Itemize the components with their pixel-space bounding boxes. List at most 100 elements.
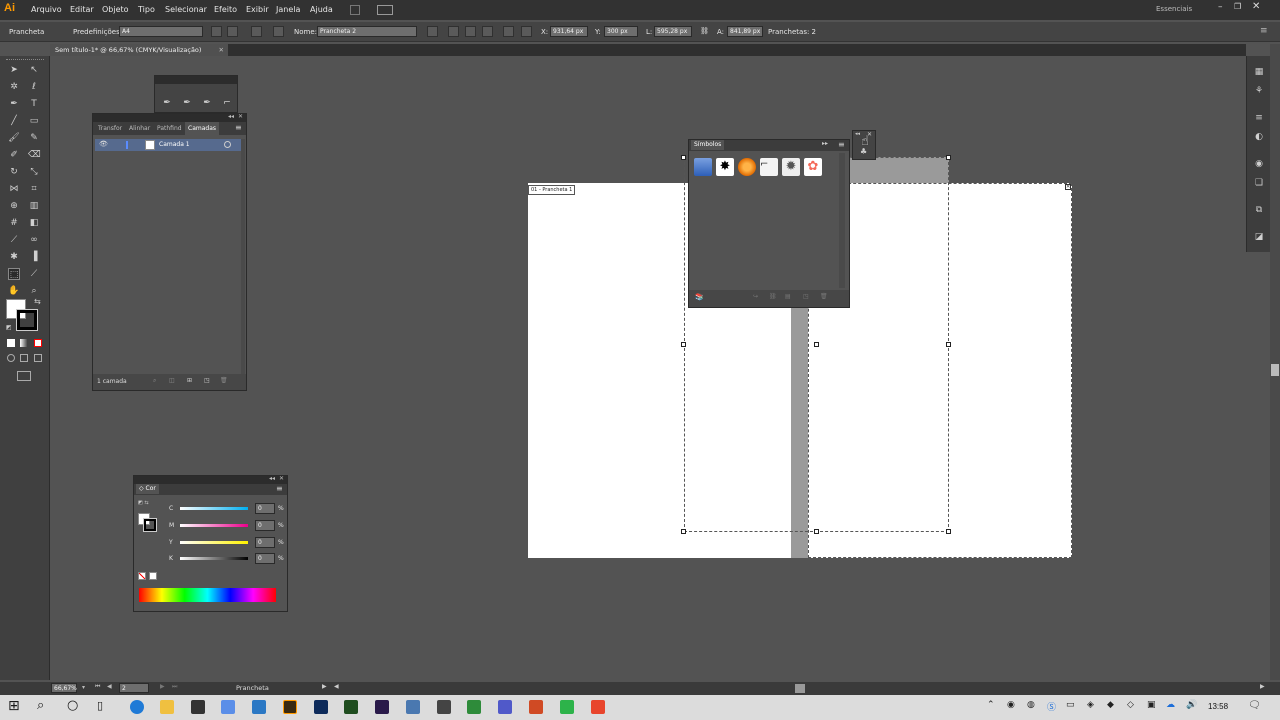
onedrive-icon[interactable]: ☁ xyxy=(1166,700,1175,710)
resize-handle-tl[interactable] xyxy=(681,155,686,160)
color-spectrum-ramp[interactable] xyxy=(139,588,276,602)
symbol-splat[interactable]: ✸ xyxy=(716,158,734,176)
layer-row[interactable]: 👁 Camada 1 xyxy=(95,139,245,151)
resize-handle-bl[interactable] xyxy=(681,529,686,534)
color-panel-icon[interactable]: ▦ xyxy=(1253,66,1265,78)
artboard-close-icon[interactable]: ✕ xyxy=(1065,184,1071,190)
layer-target-icon[interactable] xyxy=(224,141,231,148)
clock[interactable]: 13:58 xyxy=(1208,702,1228,711)
line-tool-icon[interactable]: ╱ xyxy=(8,115,20,127)
tools-grip[interactable] xyxy=(6,59,44,62)
artboard-options-icon[interactable] xyxy=(427,26,438,37)
first-artboard-icon[interactable]: ⏮ xyxy=(95,683,100,691)
tray-icon-2[interactable]: ◍ xyxy=(1027,700,1035,710)
search-icon[interactable]: ⌕ xyxy=(37,698,44,713)
width-input[interactable]: 595,28 px xyxy=(654,26,692,37)
appearance-panel-icon[interactable]: ◉ xyxy=(1253,158,1265,170)
magic-wand-tool-icon[interactable]: ✲ xyxy=(8,81,20,93)
delete-symbol-icon[interactable]: 🗑 xyxy=(820,293,828,300)
presets-select[interactable]: A4 xyxy=(119,26,203,37)
column-graph-tool-icon[interactable]: ▐ xyxy=(28,251,40,263)
shape-builder-tool-icon[interactable]: ⊕ xyxy=(8,200,20,212)
flyout-header[interactable] xyxy=(155,76,237,84)
panel-close-icon[interactable]: ✕ xyxy=(238,113,243,120)
link-icon[interactable]: ⛓ xyxy=(700,27,709,35)
symbols-menu-icon[interactable]: ≡ xyxy=(838,140,845,149)
y-input[interactable]: 300 px xyxy=(604,26,638,37)
menu-editar[interactable]: Editar xyxy=(70,5,94,14)
new-layer-icon[interactable]: ◳ xyxy=(204,377,210,384)
height-input[interactable]: 841,89 px xyxy=(727,26,763,37)
stroke-panel-icon[interactable]: ≡ xyxy=(1253,112,1265,124)
illustrator-icon[interactable] xyxy=(283,700,297,714)
direct-selection-tool-icon[interactable]: ↖ xyxy=(28,64,40,76)
color-stroke-swatch[interactable] xyxy=(143,518,157,532)
show-center-mark-icon[interactable] xyxy=(465,26,476,37)
none-mode-icon[interactable] xyxy=(34,339,42,347)
mail-icon[interactable] xyxy=(252,700,266,714)
rectangle-tool-icon[interactable]: ▭ xyxy=(28,115,40,127)
notifications-icon[interactable]: 🗨 xyxy=(1248,700,1261,711)
cortana-icon[interactable]: ○ xyxy=(67,698,78,713)
teams-icon[interactable] xyxy=(498,700,512,714)
rotate-tool-icon[interactable]: ↻ xyxy=(8,166,20,178)
app-icon-4[interactable] xyxy=(467,700,481,714)
magenta-slider[interactable] xyxy=(180,524,248,527)
symbol-blue-banner[interactable] xyxy=(694,158,712,176)
artboards-panel-icon[interactable]: ◪ xyxy=(1253,231,1265,243)
black-input[interactable]: 0 xyxy=(255,553,275,564)
type-tool-icon[interactable]: T xyxy=(28,98,40,110)
symbol-options-icon[interactable]: ▤ xyxy=(785,293,791,300)
menu-arquivo[interactable]: Arquivo xyxy=(31,5,62,14)
tab-pathfinder[interactable]: Pathfind xyxy=(157,124,182,134)
menu-efeito[interactable]: Efeito xyxy=(214,5,237,14)
scale-tool-icon[interactable]: ⤡ xyxy=(28,166,40,178)
lasso-tool-icon[interactable]: ℓ xyxy=(28,81,40,93)
color-panel-menu-icon[interactable]: ≡ xyxy=(276,484,283,493)
tab-transform[interactable]: Transfor xyxy=(98,124,122,134)
document-tab[interactable]: Sem título-1* @ 66,67% (CMYK/Visualizaçã… xyxy=(50,44,228,56)
color-mode-icon[interactable] xyxy=(7,339,15,347)
artboard-name-input[interactable]: Prancheta 2 xyxy=(317,26,417,37)
powerpoint-icon[interactable] xyxy=(529,700,543,714)
portrait-icon[interactable] xyxy=(211,26,222,37)
volume-icon[interactable]: 🔊 xyxy=(1186,700,1197,710)
vertical-scroll-thumb[interactable] xyxy=(1271,364,1279,376)
x-input[interactable]: 931,64 px xyxy=(550,26,588,37)
free-transform-tool-icon[interactable]: ⌗ xyxy=(28,183,40,195)
prev-artboard-icon[interactable]: ◀ xyxy=(107,683,112,690)
collapse-icon[interactable]: ◂◂ xyxy=(228,113,234,120)
menu-janela[interactable]: Janela xyxy=(276,5,300,14)
new-artboard-icon[interactable] xyxy=(251,26,262,37)
place-symbol-icon[interactable]: ↪ xyxy=(753,293,758,300)
make-clipping-mask-icon[interactable]: ◫ xyxy=(169,377,175,384)
pen-tool-icon[interactable]: ✒ xyxy=(8,98,20,110)
resize-handle-mr[interactable] xyxy=(946,342,951,347)
tray-icon-1[interactable]: ◉ xyxy=(1007,700,1015,710)
show-safe-areas-icon[interactable] xyxy=(503,26,514,37)
tray-overflow-icon[interactable]: ⌃ xyxy=(987,700,995,710)
slice-tool-icon[interactable]: ⟋ xyxy=(28,268,40,280)
yellow-slider[interactable] xyxy=(180,541,248,544)
edge-icon[interactable] xyxy=(130,700,144,714)
premiere-icon[interactable] xyxy=(375,700,389,714)
restore-icon[interactable]: ❐ xyxy=(1234,2,1241,11)
photoshop-icon[interactable] xyxy=(314,700,328,714)
symbol-sprayer-tool-icon[interactable]: ✱ xyxy=(8,251,20,263)
tab-align[interactable]: Alinhar xyxy=(129,124,150,134)
menu-selecionar[interactable]: Selecionar xyxy=(165,5,207,14)
swap-colors-icon[interactable]: ⇆ xyxy=(34,297,41,306)
move-with-artboard-icon[interactable] xyxy=(448,26,459,37)
resize-handle-bm[interactable] xyxy=(814,529,819,534)
anchor-point-icon[interactable]: ⌐ xyxy=(221,97,233,109)
locate-object-icon[interactable]: ⌕ xyxy=(153,377,156,385)
magenta-input[interactable]: 0 xyxy=(255,520,275,531)
resize-handle-center[interactable] xyxy=(814,342,819,347)
mesh-tool-icon[interactable]: # xyxy=(8,217,20,229)
workspace-switcher[interactable]: Essenciais xyxy=(1156,5,1192,13)
control-menu-icon[interactable]: ≡ xyxy=(1260,26,1268,36)
default-colors-icon[interactable]: ◩ xyxy=(6,324,12,331)
resize-handle-ml[interactable] xyxy=(681,342,686,347)
start-icon[interactable]: ⊞ xyxy=(8,698,20,714)
bridge-icon[interactable] xyxy=(350,5,360,15)
